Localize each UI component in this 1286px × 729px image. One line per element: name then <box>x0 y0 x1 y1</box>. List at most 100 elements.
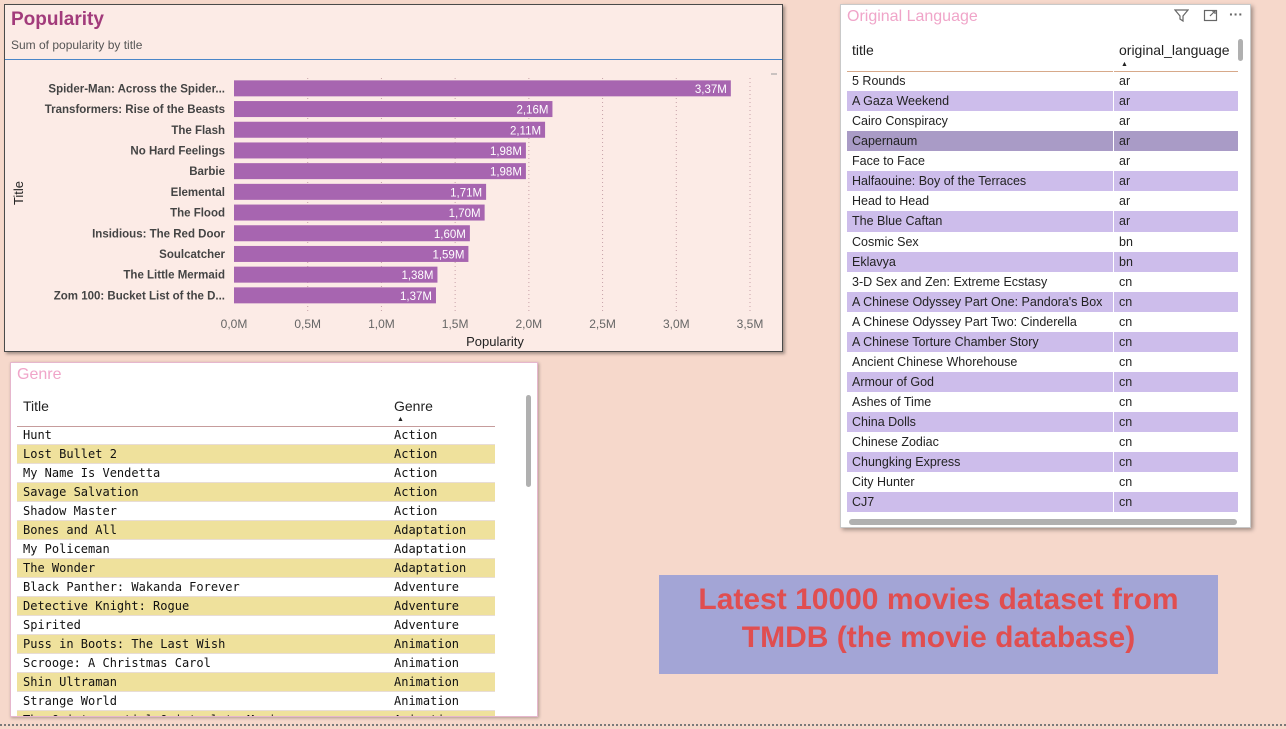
table-row[interactable]: Black Panther: Wakanda Forever Adventure <box>17 578 495 597</box>
more-options-icon[interactable]: ··· <box>1229 6 1243 22</box>
table-row[interactable]: Scrooge: A Christmas Carol Animation <box>17 654 495 673</box>
category-label: Elemental <box>171 187 225 199</box>
category-label: Soulcatcher <box>159 249 225 261</box>
column-separator <box>1113 331 1114 352</box>
table-row[interactable]: Detective Knight: Rogue Adventure <box>17 597 495 616</box>
column-header-original-language[interactable]: original_language <box>1119 42 1230 58</box>
table-row[interactable]: Cosmic Sex bn <box>847 231 1238 252</box>
table-row[interactable]: Halfaouine: Boy of the Terraces ar <box>847 171 1238 192</box>
table-row[interactable]: A Chinese Odyssey Part Two: Cinderella cn <box>847 311 1238 332</box>
category-label: Insidious: The Red Door <box>92 228 225 240</box>
bar <box>234 121 546 138</box>
banner-line-2: TMDB (the movie database) <box>741 621 1136 654</box>
table-row[interactable]: A Chinese Torture Chamber Story cn <box>847 331 1238 352</box>
column-separator <box>1113 291 1114 312</box>
column-header-genre[interactable]: Genre <box>394 398 433 414</box>
table-row[interactable]: Armour of God cn <box>847 371 1238 392</box>
table-row[interactable]: Lost Bullet 2 Action <box>17 445 495 464</box>
table-row[interactable]: Cairo Conspiracy ar <box>847 111 1238 132</box>
cell-language: ar <box>1119 174 1131 189</box>
table-row[interactable]: Eklavya bn <box>847 251 1238 272</box>
popularity-visual[interactable]: Spider-Man: Across the Spider... 3,37M Tra… <box>4 4 783 352</box>
popularity-subtitle: Sum of popularity by title <box>11 38 143 52</box>
cell-title: My Policeman <box>23 542 110 556</box>
cell-title: Scrooge: A Christmas Carol <box>23 656 211 670</box>
table-row[interactable]: Shin Ultraman Animation <box>17 673 495 692</box>
column-separator <box>1113 452 1114 473</box>
cell-language: cn <box>1119 354 1133 369</box>
cell-title: Ancient Chinese Whorehouse <box>852 354 1018 369</box>
cell-language: ar <box>1119 94 1131 109</box>
table-row[interactable]: Chinese Zodiac cn <box>847 432 1238 453</box>
table-row[interactable]: Chungking Express cn <box>847 452 1238 473</box>
category-label: The Flash <box>171 125 225 137</box>
horizontal-scrollbar[interactable] <box>849 519 1237 525</box>
cell-genre: Adaptation <box>394 561 467 575</box>
cell-title: Halfaouine: Boy of the Terraces <box>852 174 1027 189</box>
column-header-title[interactable]: title <box>852 42 874 58</box>
table-row[interactable]: A Chinese Odyssey Part One: Pandora's Bo… <box>847 291 1238 312</box>
category-label: Barbie <box>189 166 225 178</box>
original-language-table-visual[interactable]: Original Language ··· title original_lan… <box>840 4 1251 528</box>
data-label: 1,37M <box>400 291 432 303</box>
table-row[interactable]: Savage Salvation Action <box>17 483 495 502</box>
cell-title: Head to Head <box>852 194 930 209</box>
cell-title: CJ7 <box>852 495 875 510</box>
cell-genre: Adaptation <box>394 523 467 537</box>
x-axis-title: Popularity <box>466 334 524 349</box>
table-row[interactable]: Face to Face ar <box>847 151 1238 172</box>
cell-title: Detective Knight: Rogue <box>23 599 190 613</box>
y-axis-title: Title <box>11 181 26 205</box>
column-separator <box>1113 392 1114 413</box>
cell-title: Strange World <box>23 694 117 708</box>
table-row[interactable]: The Quintessential Quintuplets Movie Anim… <box>17 711 495 716</box>
cell-title: A Chinese Odyssey Part Two: Cinderella <box>852 314 1077 329</box>
table-row[interactable]: Ancient Chinese Whorehouse cn <box>847 351 1238 372</box>
genre-table-visual[interactable]: Genre Title Genre ▲ Hunt Action Lost Bulle… <box>10 362 538 717</box>
table-row[interactable]: The Wonder Adaptation <box>17 559 495 578</box>
column-separator <box>1113 371 1114 392</box>
cell-title: My Name Is Vendetta <box>23 466 161 480</box>
column-separator <box>1113 311 1114 332</box>
table-row[interactable]: The Blue Caftan ar <box>847 211 1238 232</box>
cell-genre: Action <box>394 485 438 499</box>
vertical-scrollbar[interactable] <box>526 395 531 487</box>
table-row[interactable]: Hunt Action <box>17 426 495 445</box>
x-tick-label: 2,0M <box>516 317 543 331</box>
cell-language: ar <box>1119 114 1131 129</box>
cell-genre: Adventure <box>394 618 460 632</box>
table-row[interactable]: CJ7 cn <box>847 492 1238 513</box>
cell-title: Cosmic Sex <box>852 234 919 249</box>
column-separator <box>1113 171 1114 192</box>
cell-title: Capernaum <box>852 134 918 149</box>
table-row[interactable]: 3-D Sex and Zen: Extreme Ecstasy cn <box>847 271 1238 292</box>
focus-mode-icon[interactable] <box>1203 8 1218 26</box>
cell-title: Armour of God <box>852 374 934 389</box>
table-row[interactable]: My Name Is Vendetta Action <box>17 464 495 483</box>
column-separator <box>1113 111 1114 132</box>
table-row[interactable]: Puss in Boots: The Last Wish Animation <box>17 635 495 654</box>
language-table-header: title original_language ▲ <box>847 37 1238 72</box>
table-row[interactable]: China Dolls cn <box>847 412 1238 433</box>
vertical-scrollbar[interactable] <box>1238 39 1243 61</box>
table-row[interactable]: City Hunter cn <box>847 472 1238 493</box>
language-table-body: 5 Rounds ar A Gaza Weekend ar Cairo Conspira… <box>847 71 1238 513</box>
column-header-title[interactable]: Title <box>23 398 49 414</box>
cell-genre: Animation <box>394 656 460 670</box>
table-row[interactable]: 5 Rounds ar <box>847 71 1238 92</box>
table-row[interactable]: Ashes of Time cn <box>847 392 1238 413</box>
table-row[interactable]: A Gaza Weekend ar <box>847 91 1238 112</box>
x-tick-label: 3,0M <box>663 317 690 331</box>
cell-title: Shadow Master <box>23 504 117 518</box>
table-row[interactable]: Strange World Animation <box>17 692 495 711</box>
table-row[interactable]: Spirited Adventure <box>17 616 495 635</box>
table-row[interactable]: My Policeman Adaptation <box>17 540 495 559</box>
filter-icon[interactable] <box>1173 8 1190 26</box>
cell-title: Eklavya <box>852 254 896 269</box>
table-row[interactable]: Head to Head ar <box>847 191 1238 212</box>
table-row[interactable]: Shadow Master Action <box>17 502 495 521</box>
cell-title: Bones and All <box>23 523 117 537</box>
cell-language: cn <box>1119 415 1133 430</box>
table-row[interactable]: Bones and All Adaptation <box>17 521 495 540</box>
table-row[interactable]: Capernaum ar <box>847 131 1238 152</box>
